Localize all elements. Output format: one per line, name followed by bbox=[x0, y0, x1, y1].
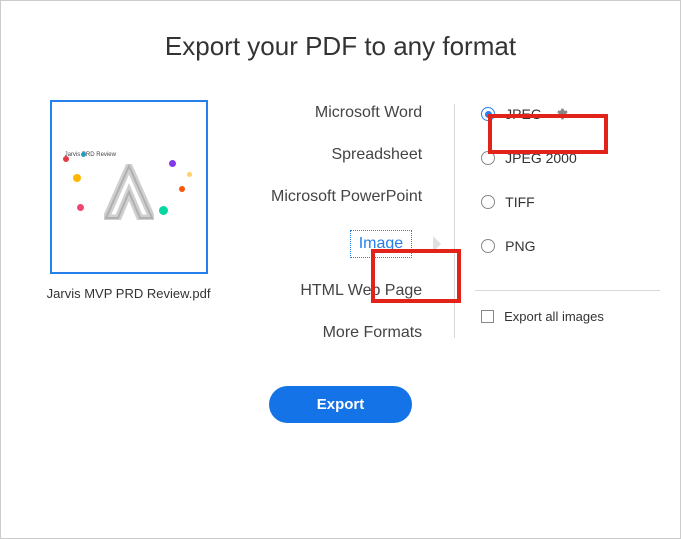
radio-label: JPEG 2000 bbox=[505, 150, 577, 166]
format-more[interactable]: More Formats bbox=[226, 324, 440, 342]
radio-tiff[interactable]: TIFF bbox=[475, 190, 660, 214]
thumbnail-preview: Jarvis PRD Review bbox=[59, 146, 199, 228]
radio-icon bbox=[481, 107, 495, 121]
radio-jpeg[interactable]: JPEG bbox=[475, 102, 660, 126]
radio-label: PNG bbox=[505, 238, 535, 254]
radio-png[interactable]: PNG bbox=[475, 234, 660, 258]
adobe-a-icon bbox=[104, 164, 154, 220]
file-thumbnail[interactable]: Jarvis PRD Review bbox=[50, 100, 208, 274]
checkbox-icon bbox=[481, 310, 494, 323]
radio-label: TIFF bbox=[505, 194, 535, 210]
file-name: Jarvis MVP PRD Review.pdf bbox=[41, 286, 216, 301]
radio-jpeg2000[interactable]: JPEG 2000 bbox=[475, 146, 660, 170]
radio-icon bbox=[481, 195, 495, 209]
export-all-checkbox[interactable]: Export all images bbox=[475, 309, 660, 324]
radio-icon bbox=[481, 239, 495, 253]
page-title: Export your PDF to any format bbox=[21, 31, 660, 62]
radio-label: JPEG bbox=[505, 106, 542, 122]
format-spreadsheet[interactable]: Spreadsheet bbox=[226, 146, 440, 164]
format-powerpoint[interactable]: Microsoft PowerPoint bbox=[226, 188, 440, 206]
format-image-label: Image bbox=[350, 230, 412, 258]
format-word[interactable]: Microsoft Word bbox=[226, 104, 440, 122]
checkbox-label: Export all images bbox=[504, 309, 604, 324]
format-image[interactable]: Image bbox=[226, 230, 440, 258]
radio-icon bbox=[481, 151, 495, 165]
format-html[interactable]: HTML Web Page bbox=[226, 282, 440, 300]
export-button[interactable]: Export bbox=[269, 386, 413, 423]
vertical-divider bbox=[454, 104, 455, 338]
chevron-right-icon bbox=[433, 236, 441, 252]
horizontal-divider bbox=[475, 290, 660, 291]
gear-icon[interactable] bbox=[554, 107, 568, 121]
